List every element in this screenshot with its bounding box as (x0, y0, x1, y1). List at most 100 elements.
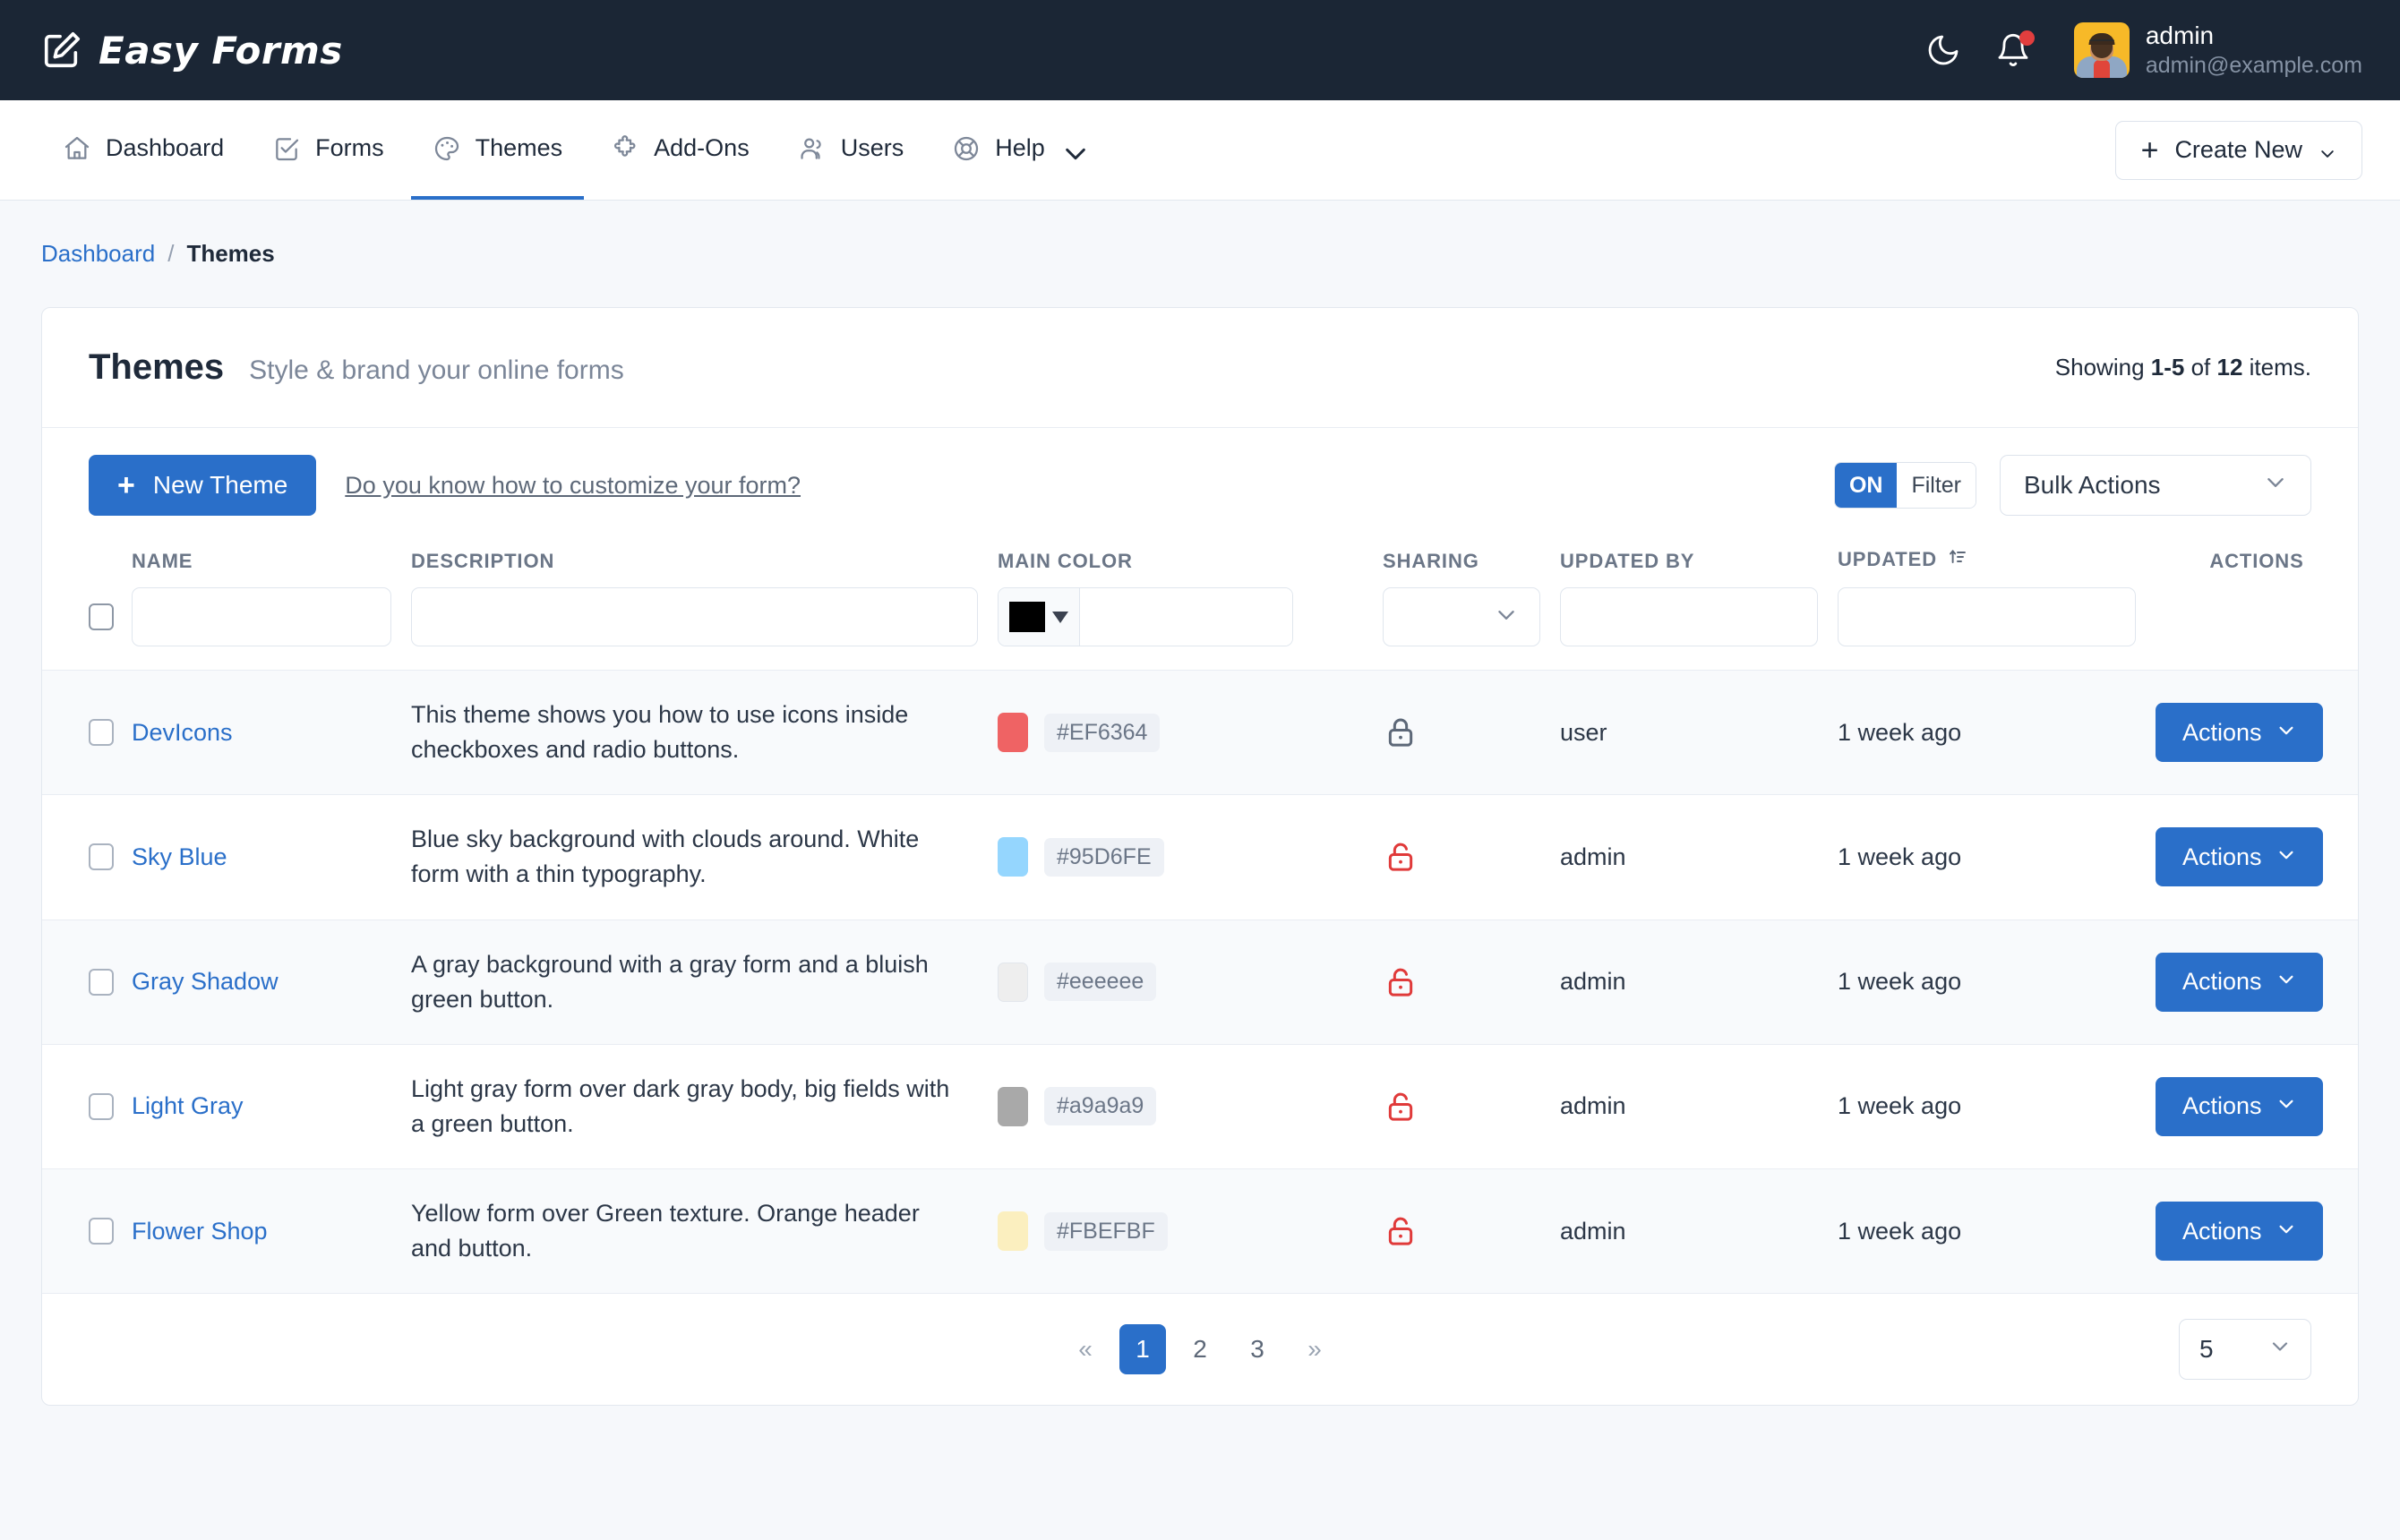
row-checkbox[interactable] (89, 968, 114, 996)
row-actions-button[interactable]: Actions (2156, 827, 2323, 887)
theme-name-link[interactable]: Light Gray (132, 1092, 244, 1119)
bell-icon[interactable] (1995, 30, 2035, 68)
row-actions-label: Actions (2182, 843, 2262, 870)
theme-name-link[interactable]: Gray Shadow (132, 968, 279, 995)
color-chip (998, 962, 1028, 1002)
lock-closed-icon[interactable] (1383, 714, 1540, 750)
row-description-cell: This theme shows you how to use icons in… (411, 671, 998, 795)
th-main-color: MAIN COLOR (998, 550, 1133, 572)
th-description: DESCRIPTION (411, 550, 555, 572)
showing-middle: of (2190, 354, 2211, 381)
customize-form-link[interactable]: Do you know how to customize your form? (345, 472, 801, 500)
nav-item-themes[interactable]: Themes (410, 100, 585, 200)
filter-name-cell (132, 582, 411, 671)
row-sharing-cell (1383, 1169, 1560, 1294)
theme-name-link[interactable]: Sky Blue (132, 843, 227, 870)
breadcrumb: Dashboard / Themes (0, 201, 2400, 268)
plus-icon: + (117, 468, 135, 502)
table-footer: « 1 2 3 » 5 (42, 1293, 2358, 1405)
filter-toggle-label: Filter (1897, 463, 1976, 508)
pagination-first[interactable]: « (1062, 1324, 1109, 1374)
row-updated-cell: 1 week ago (1838, 1092, 1962, 1120)
row-checkbox[interactable] (89, 843, 114, 871)
lock-open-icon[interactable] (1383, 1213, 1540, 1249)
select-all-checkbox[interactable] (89, 603, 114, 630)
nav-item-addons[interactable]: Add-Ons (589, 100, 771, 200)
moon-icon[interactable] (1925, 32, 1961, 68)
filter-sharing-cell (1383, 582, 1560, 671)
color-chip (998, 837, 1028, 877)
color-hex-label: #FBEFBF (1044, 1211, 1168, 1251)
row-actions-button[interactable]: Actions (2156, 703, 2323, 763)
nav-item-help[interactable]: Help (930, 100, 1101, 200)
card-header: Themes Style & brand your online forms S… (42, 308, 2358, 428)
theme-description: Blue sky background with clouds around. … (411, 826, 920, 888)
chevron-down-icon (2276, 1092, 2296, 1120)
color-picker-button[interactable] (999, 588, 1080, 646)
row-select-cell (42, 795, 132, 920)
row-sharing-cell (1383, 795, 1560, 920)
per-page-select[interactable]: 5 (2179, 1319, 2311, 1381)
nav-item-users[interactable]: Users (776, 100, 926, 200)
row-actions-button[interactable]: Actions (2156, 952, 2323, 1012)
table-row: Gray Shadow A gray background with a gray… (42, 920, 2358, 1045)
bulk-actions-label: Bulk Actions (2024, 471, 2161, 499)
row-color-cell: #95D6FE (998, 795, 1383, 920)
create-new-label: Create New (2174, 136, 2302, 163)
row-checkbox[interactable] (89, 719, 114, 747)
nav-label-addons: Add-Ons (654, 134, 750, 161)
filter-updated-input[interactable] (1838, 587, 2136, 646)
filter-description-input[interactable] (411, 587, 978, 646)
table-row: Light Gray Light gray form over dark gray… (42, 1044, 2358, 1168)
row-checkbox[interactable] (89, 1218, 114, 1245)
row-updated-by-cell: admin (1560, 968, 1626, 996)
bulk-actions-select[interactable]: Bulk Actions (2000, 455, 2311, 516)
row-select-cell (42, 671, 132, 795)
pagination-page-2[interactable]: 2 (1177, 1324, 1223, 1374)
breadcrumb-dashboard[interactable]: Dashboard (41, 240, 155, 268)
row-actions-button[interactable]: Actions (2156, 1202, 2323, 1262)
row-updated-cell: 1 week ago (1838, 968, 1962, 996)
row-actions-button[interactable]: Actions (2156, 1076, 2323, 1136)
lock-open-icon[interactable] (1383, 839, 1540, 875)
row-name-cell: DevIcons (132, 671, 411, 795)
nav-item-dashboard[interactable]: Dashboard (41, 100, 245, 200)
row-color-cell: #EF6364 (998, 671, 1383, 795)
row-actions-cell: Actions (2156, 1044, 2358, 1168)
lock-open-icon[interactable] (1383, 1089, 1540, 1125)
theme-name-link[interactable]: DevIcons (132, 719, 233, 746)
notification-dot (2019, 30, 2035, 46)
th-updated-by: UPDATED BY (1560, 550, 1695, 572)
lock-open-icon[interactable] (1383, 964, 1540, 1000)
row-name-cell: Sky Blue (132, 795, 411, 920)
theme-description: A gray background with a gray form and a… (411, 950, 929, 1013)
brand-name: Easy Forms (99, 28, 343, 73)
color-chip (998, 713, 1028, 753)
chevron-down-icon (1061, 140, 1085, 159)
row-sharing-cell (1383, 920, 1560, 1044)
th-actions: ACTIONS (2156, 539, 2358, 582)
th-updated[interactable]: UPDATED (1838, 539, 2156, 582)
row-description-cell: Yellow form over Green texture. Orange h… (411, 1169, 998, 1294)
filter-color-input[interactable] (1080, 588, 1292, 646)
create-new-button[interactable]: + Create New (2114, 120, 2362, 180)
pagination-page-3[interactable]: 3 (1234, 1324, 1281, 1374)
row-checkbox[interactable] (89, 1092, 114, 1120)
new-theme-label: New Theme (152, 471, 288, 499)
filter-name-input[interactable] (132, 587, 391, 646)
filter-sharing-select[interactable] (1383, 587, 1540, 646)
nav-item-forms[interactable]: Forms (251, 100, 406, 200)
filter-updated-by-input[interactable] (1560, 587, 1818, 646)
brand-logo[interactable]: Easy Forms (41, 29, 343, 73)
pagination-page-1[interactable]: 1 (1119, 1324, 1166, 1375)
nav-right: + Create New (2114, 100, 2362, 200)
user-menu[interactable]: admin admin@example.com (2073, 21, 2362, 80)
nav-label-themes: Themes (475, 134, 563, 161)
new-theme-button[interactable]: + New Theme (89, 455, 317, 516)
row-name-cell: Light Gray (132, 1044, 411, 1168)
chevron-down-icon (2276, 1218, 2296, 1245)
pagination-last[interactable]: » (1291, 1324, 1338, 1374)
theme-name-link[interactable]: Flower Shop (132, 1218, 268, 1245)
table-body: DevIcons This theme shows you how to use … (42, 670, 2358, 1294)
filter-toggle[interactable]: ON Filter (1833, 462, 1976, 509)
